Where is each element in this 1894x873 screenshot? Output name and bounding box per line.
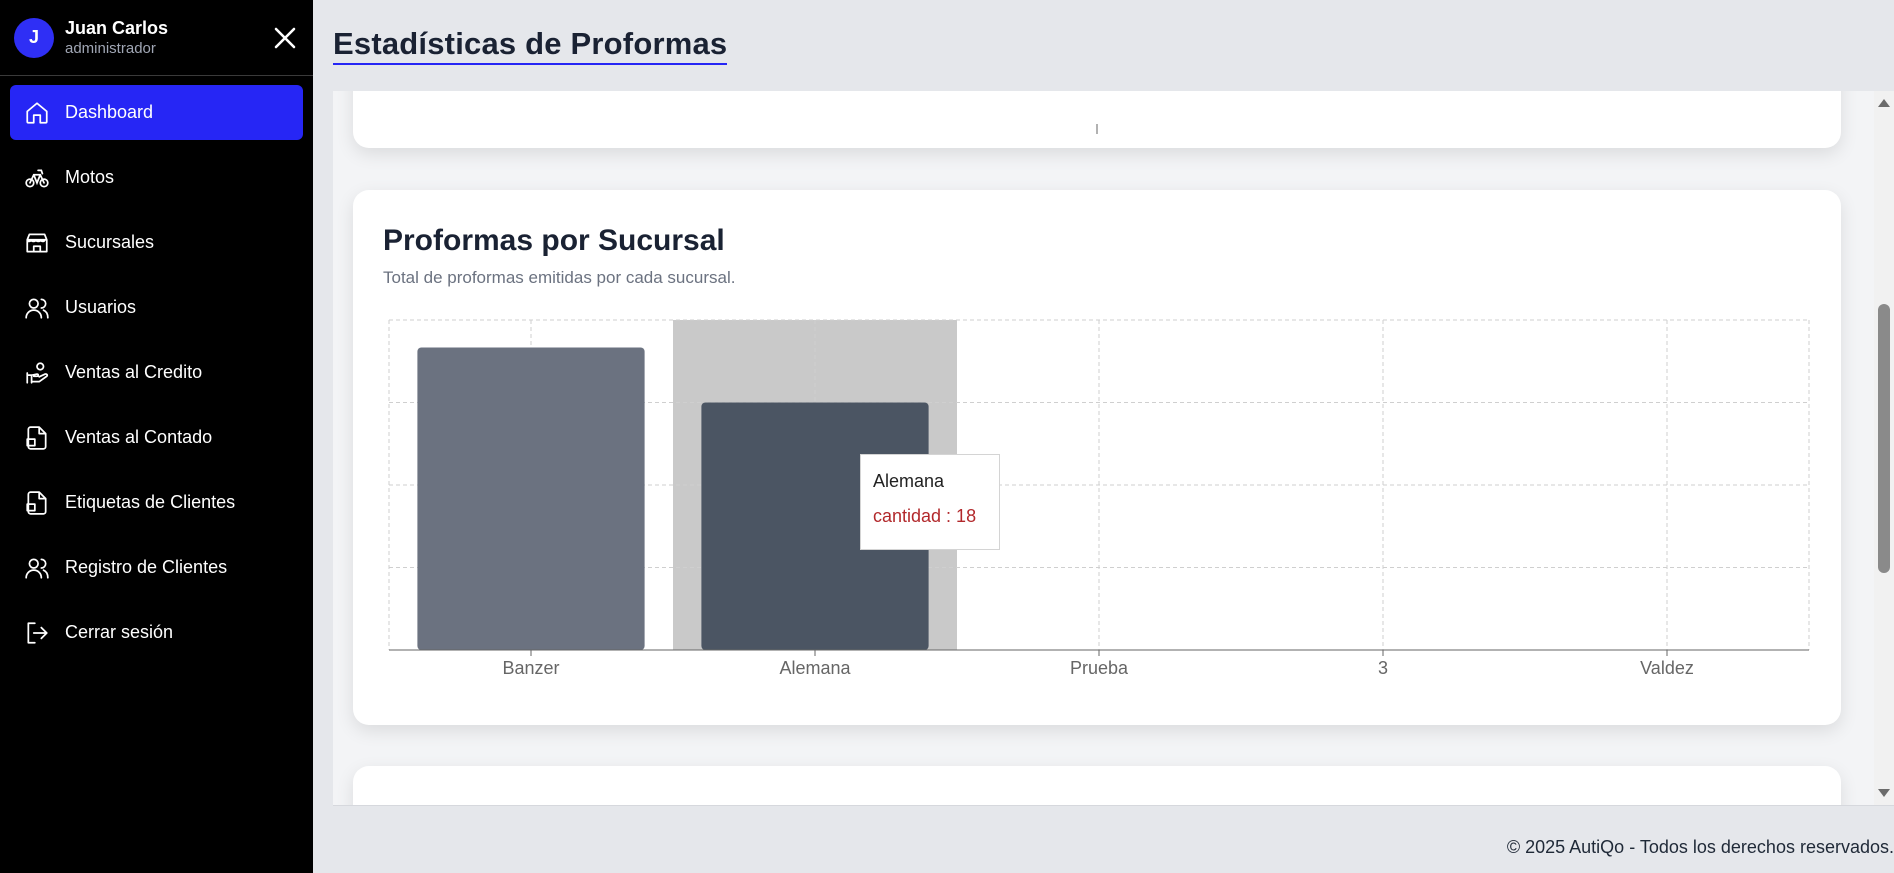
user-header: J Juan Carlos administrador (0, 0, 313, 76)
sidebar-item-label: Dashboard (65, 102, 154, 122)
users-icon (24, 295, 50, 321)
x-tick-label: Alemana (779, 658, 851, 678)
sidebar-item-cerrar-sesion[interactable]: Cerrar sesión (10, 605, 303, 660)
home-icon (24, 100, 50, 126)
tooltip-value: cantidad : 18 (873, 506, 977, 526)
sidebar-item-label: Sucursales (65, 232, 155, 252)
main-content: Estadísticas de Proformas Proformas por … (313, 0, 1894, 873)
hand-coins-icon (24, 360, 50, 386)
sidebar-item-label: Cerrar sesión (65, 622, 174, 642)
close-icon (274, 27, 296, 49)
avatar: J (14, 17, 54, 58)
scrollbar-thumb[interactable] (1878, 304, 1890, 573)
next-chart-card (353, 766, 1841, 805)
file-tag-icon (24, 490, 50, 516)
sidebar-item-label: Ventas al Credito (65, 362, 203, 382)
sidebar-item-motos[interactable]: Motos (10, 150, 303, 205)
x-tick-label: Banzer (502, 658, 559, 678)
user-name: Juan Carlos (65, 17, 169, 38)
sidebar-item-etiquetas-clientes[interactable]: Etiquetas de Clientes (10, 475, 303, 530)
sidebar-item-label: Usuarios (65, 297, 137, 317)
close-sidebar-button[interactable] (271, 24, 299, 52)
bar-banzer (417, 347, 645, 650)
scroll-area[interactable]: Proformas por Sucursal Total de proforma… (333, 91, 1874, 805)
topbar: Estadísticas de Proformas (313, 0, 1894, 91)
sidebar-item-ventas-contado[interactable]: Ventas al Contado (10, 410, 303, 465)
sidebar-item-usuarios[interactable]: Usuarios (10, 280, 303, 335)
page-title: Estadísticas de Proformas (333, 26, 728, 65)
sidebar-item-label: Etiquetas de Clientes (65, 492, 236, 512)
scroll-up-arrow-icon[interactable] (1878, 99, 1890, 107)
x-tick-label: Valdez (1640, 658, 1694, 678)
user-info: Juan Carlos administrador (65, 17, 168, 59)
scroll-down-arrow-icon[interactable] (1878, 789, 1890, 797)
sidebar-item-label: Ventas al Contado (65, 427, 213, 447)
chart-card: Proformas por Sucursal Total de proforma… (353, 190, 1841, 725)
previous-chart-tick (1096, 124, 1098, 134)
sidebar-item-sucursales[interactable]: Sucursales (10, 215, 303, 270)
x-tick-label: 3 (1378, 658, 1388, 678)
sidebar-item-dashboard[interactable]: Dashboard (10, 85, 303, 140)
chart-tooltip: Alemana cantidad : 18 (860, 454, 1000, 550)
sidebar: J Juan Carlos administrador Dashboard Mo… (0, 0, 313, 873)
users-icon (24, 555, 50, 581)
sidebar-item-ventas-credito[interactable]: Ventas al Credito (10, 345, 303, 400)
sidebar-item-registro-clientes[interactable]: Registro de Clientes (10, 540, 303, 595)
user-role: administrador (65, 39, 156, 57)
bicycle-icon (24, 165, 50, 191)
sidebar-item-label: Registro de Clientes (65, 557, 228, 577)
sidebar-item-label: Motos (65, 167, 115, 187)
file-cash-icon (24, 425, 50, 451)
footer-copyright: © 2025 AutiQo - Todos los derechos reser… (1506, 837, 1894, 857)
tooltip-label: Alemana (873, 471, 945, 491)
x-tick-label: Prueba (1070, 658, 1129, 678)
logout-icon (24, 620, 50, 646)
bar-chart[interactable]: Banzer Alemana Prueba 3 Valdez (353, 190, 1841, 725)
scrollbar[interactable] (1874, 91, 1894, 805)
store-icon (24, 230, 50, 256)
previous-chart-card (353, 91, 1841, 148)
footer: © 2025 AutiQo - Todos los derechos reser… (333, 805, 1894, 867)
sidebar-nav: Dashboard Motos Sucursales Usuarios Vent… (0, 76, 313, 660)
